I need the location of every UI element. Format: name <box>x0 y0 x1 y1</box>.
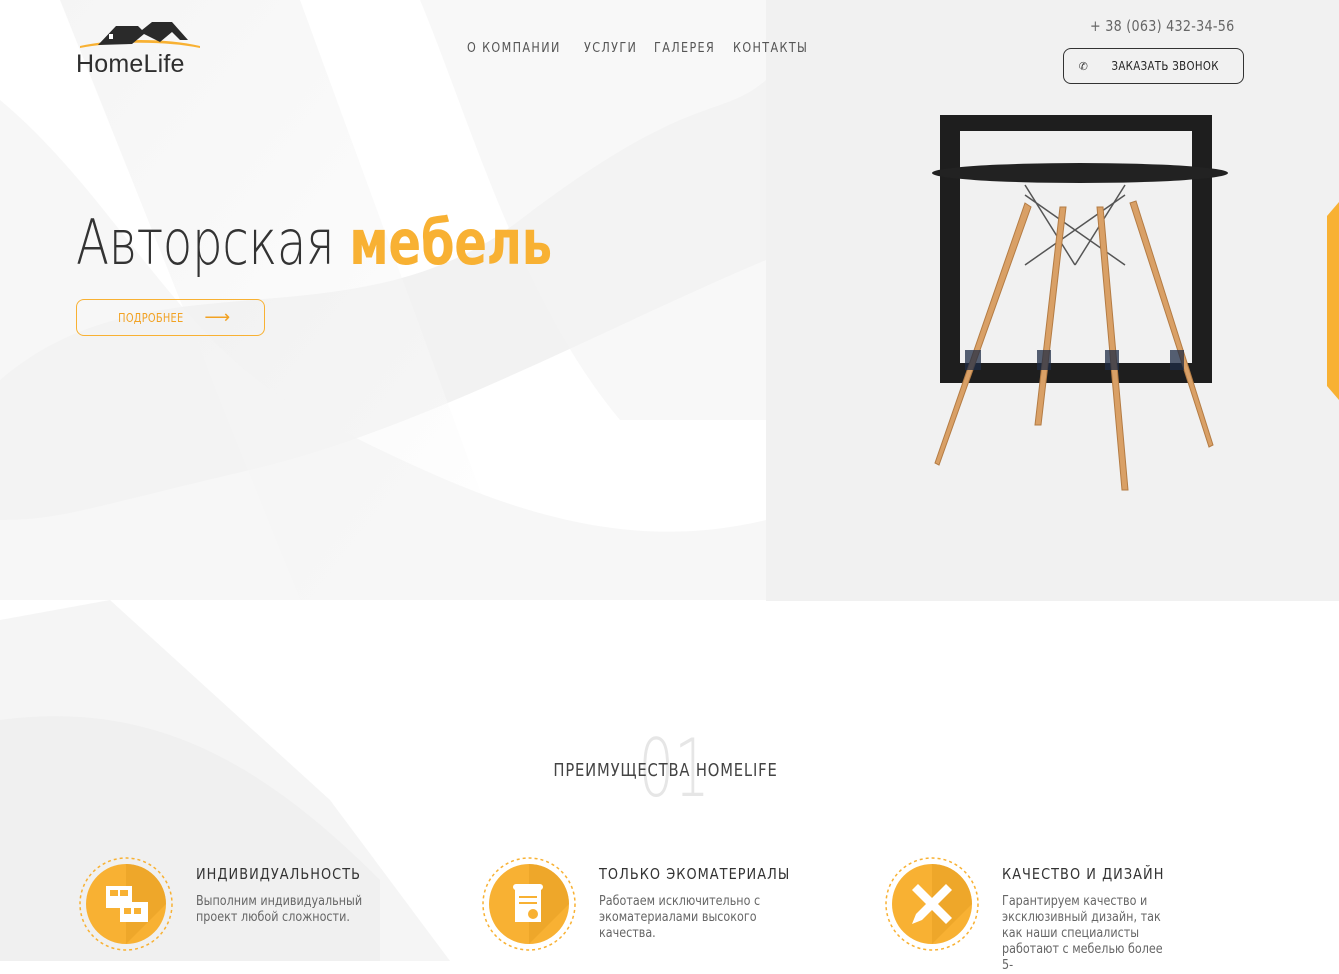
phone-icon: ✆ <box>1078 59 1088 73</box>
callback-button-label: ЗАКАЗАТЬ ЗВОНОК <box>1111 59 1219 73</box>
main-nav: О КОМПАНИИ УСЛУГИ ГАЛЕРЕЯ КОНТАКТЫ <box>467 41 809 56</box>
side-slider-tab[interactable] <box>1327 202 1339 400</box>
pencil-ruler-icon <box>885 857 979 951</box>
advantage-heading: ТОЛЬКО ЭКОМАТЕРИАЛЫ <box>599 865 791 883</box>
advantage-heading: КАЧЕСТВО И ДИЗАЙН <box>1002 865 1165 883</box>
round-table-image <box>932 115 1228 491</box>
hero-title: Авторская мебель <box>76 206 552 279</box>
certificate-scroll-icon <box>482 857 576 951</box>
advantage-text: Гарантируем качество и эксклюзивный диза… <box>1002 894 1163 973</box>
house-roof-icon <box>80 22 200 48</box>
advantage-text: Работаем исключительно с экоматериалами … <box>599 894 761 941</box>
nav-item-gallery[interactable]: ГАЛЕРЕЯ <box>654 41 715 56</box>
logo-text: HomeLife <box>76 50 185 78</box>
blueprint-layout-icon <box>79 857 173 951</box>
nav-item-about[interactable]: О КОМПАНИИ <box>467 41 561 56</box>
advantage-heading: ИНДИВИДУАЛЬНОСТЬ <box>196 865 361 883</box>
more-button[interactable]: ПОДРОБНЕЕ ⟶ <box>76 299 265 336</box>
callback-button[interactable]: ✆ ЗАКАЗАТЬ ЗВОНОК <box>1063 48 1244 84</box>
phone-number[interactable]: + 38 (063) 432-34-56 <box>1090 17 1234 35</box>
hero-title-main: Авторская <box>76 206 335 279</box>
more-button-label: ПОДРОБНЕЕ <box>117 310 184 325</box>
arrow-right-icon: ⟶ <box>204 306 231 328</box>
logo[interactable]: HomeLife <box>76 20 211 82</box>
hero-title-accent: мебель <box>349 206 552 279</box>
advantage-text: Выполним индивидуальный проект любой сло… <box>196 894 363 925</box>
nav-item-contacts[interactable]: КОНТАКТЫ <box>733 41 808 56</box>
nav-item-services[interactable]: УСЛУГИ <box>584 41 637 56</box>
section-title: ПРЕИМУЩЕСТВА HOMELIFE <box>553 760 778 781</box>
